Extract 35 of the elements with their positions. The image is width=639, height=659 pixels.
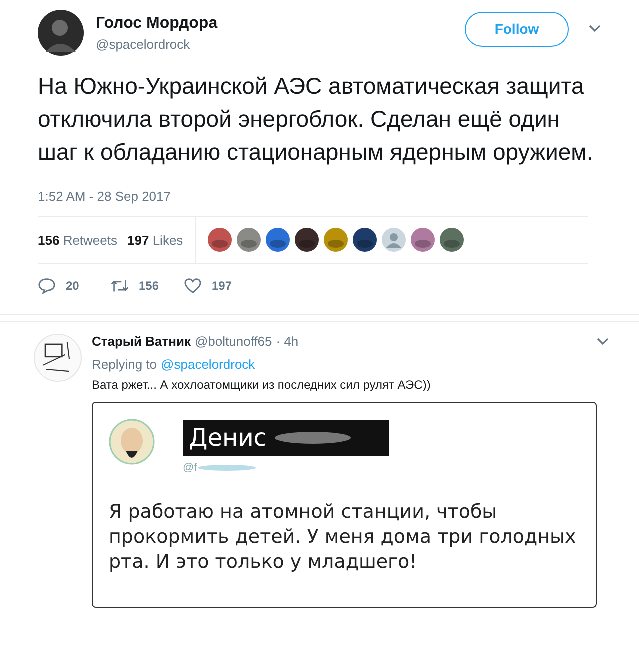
reply-icon[interactable] <box>38 278 56 294</box>
chevron-down-icon[interactable] <box>589 25 601 33</box>
chevron-down-icon[interactable] <box>597 338 609 346</box>
action-count: 197 <box>212 279 232 293</box>
tweet-text: На Южно-Украинской АЭС автоматическая защита отключила второй энергоблок. Сделан ещё один шаг к обладанию стационарным ядерным оружием. <box>38 72 594 167</box>
avatar[interactable] <box>208 228 232 252</box>
heart-icon[interactable] <box>184 278 202 294</box>
stat-link[interactable]: 197 Likes <box>128 232 184 248</box>
author-name[interactable]: Голос Мордора <box>96 14 465 32</box>
reply-time[interactable]: · 4h <box>276 334 299 349</box>
avatar[interactable] <box>266 228 290 252</box>
avatar <box>109 417 155 467</box>
stat-link[interactable]: 156 Retweets <box>38 232 118 248</box>
author-handle[interactable]: @boltunoff65 <box>194 334 272 349</box>
avatar[interactable] <box>34 334 82 382</box>
default-avatar-icon[interactable] <box>382 228 406 252</box>
action-count: 156 <box>139 279 160 293</box>
replying-label: Replying to <box>92 357 158 372</box>
attached-screenshot[interactable]: Денис @f Я работаю на атомной станции, чтобы прокормить детей. У меня дома три голодных рта. И это только у младшего! <box>92 402 597 608</box>
reply-text: Вата ржет... А хохлоатомщики из последних сил рулят АЭС)) <box>92 378 432 392</box>
retweet-icon[interactable] <box>111 278 129 294</box>
user-handle: @f <box>183 462 198 474</box>
avatar[interactable] <box>440 228 464 252</box>
blurred-handle-drawing <box>197 463 258 473</box>
author-name[interactable]: Старый Ватник <box>92 334 191 349</box>
screenshot-text: Я работаю на атомной станции, чтобы прокормить детей. У меня дома три голодных рта. И это только у младшего! <box>109 500 578 575</box>
author-handle[interactable]: @spacelordrock <box>96 36 465 52</box>
action-count: 20 <box>66 279 80 293</box>
avatar[interactable] <box>295 228 320 252</box>
avatar[interactable] <box>353 228 378 252</box>
timestamp[interactable]: 1:52 AM - 28 Sep 2017 <box>38 189 601 204</box>
mention-link[interactable]: @spacelordrock <box>161 357 256 372</box>
follow-button[interactable]: Follow <box>465 12 569 46</box>
avatar[interactable] <box>38 10 84 56</box>
user-name: Денис <box>189 424 267 452</box>
